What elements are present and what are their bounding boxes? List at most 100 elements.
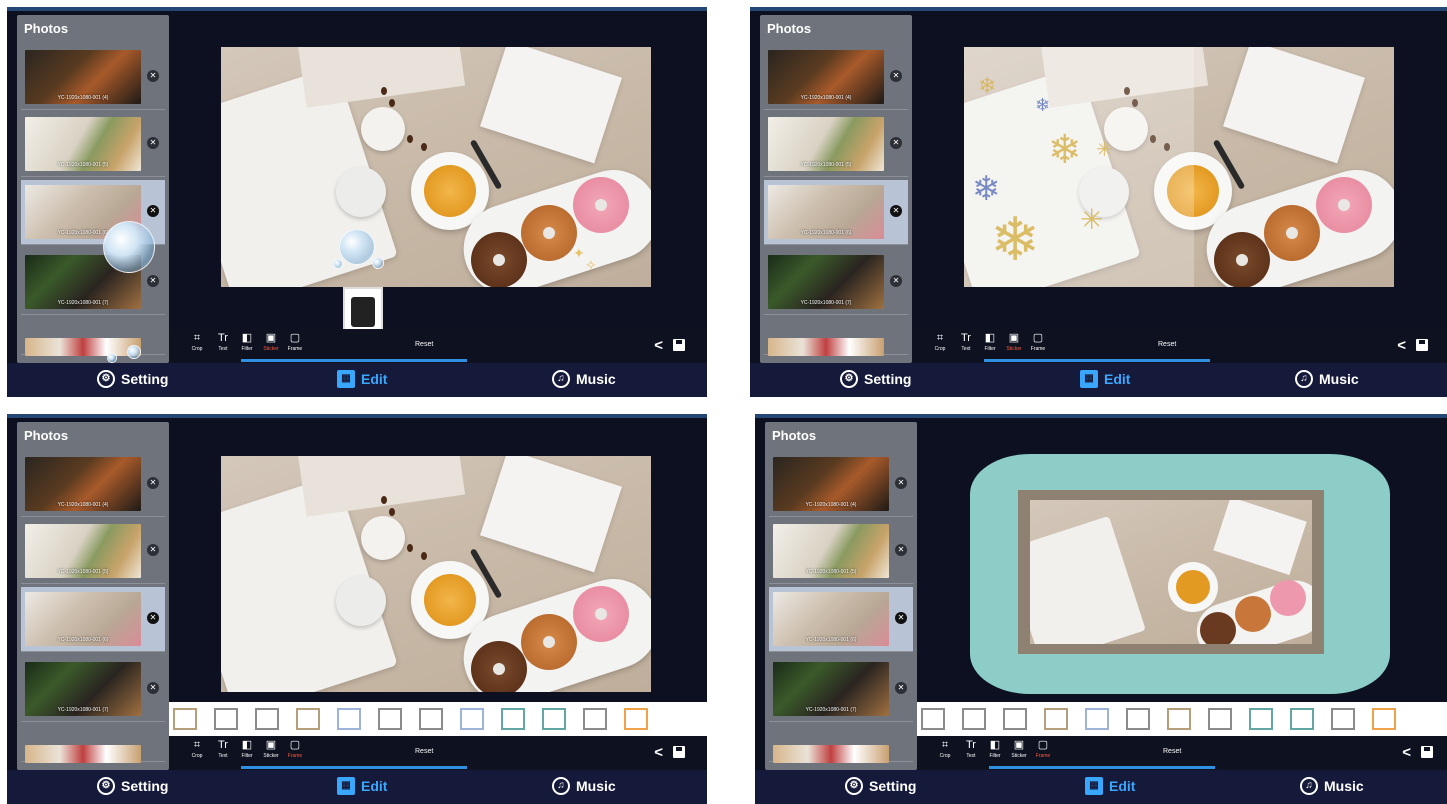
photo-thumbnail[interactable]: YC-1920x1080-001 (5) ✕	[769, 519, 913, 584]
nav-setting[interactable]: ⚙ Setting	[845, 777, 916, 795]
frame-option[interactable]	[255, 708, 279, 730]
bubble-sticker[interactable]	[372, 257, 384, 269]
nav-edit[interactable]: ▦ Edit	[1085, 777, 1135, 795]
reset-button[interactable]: Reset	[415, 748, 433, 755]
snowflake-sticker[interactable]: ❄	[972, 169, 1001, 209]
bubble-sticker[interactable]	[107, 353, 117, 363]
nav-music[interactable]: ♫ Music	[552, 777, 616, 795]
photo-thumbnail[interactable]: YC-1920x1080-001 (5) ✕	[764, 112, 908, 177]
frame-option[interactable]	[1085, 708, 1109, 730]
remove-icon[interactable]: ✕	[147, 205, 159, 217]
photo-thumbnail-selected[interactable]: YC-1920x1080-001 (6) ✕	[769, 587, 913, 652]
edit-canvas[interactable]	[177, 17, 707, 307]
remove-icon[interactable]: ✕	[890, 205, 902, 217]
remove-icon[interactable]: ✕	[890, 137, 902, 149]
share-icon[interactable]: <	[1402, 744, 1411, 761]
nav-music[interactable]: ♫ Music	[1295, 370, 1359, 388]
remove-icon[interactable]: ✕	[147, 682, 159, 694]
frame-option[interactable]	[962, 708, 986, 730]
photo-thumbnail[interactable]	[21, 740, 165, 763]
sticker-tool[interactable]: ▣ Sticker	[259, 332, 283, 353]
sticker-tool[interactable]: ▣ Sticker	[1002, 332, 1026, 353]
nav-music[interactable]: ♫ Music	[1300, 777, 1364, 795]
frame-tool[interactable]: ▢ Frame	[1026, 332, 1050, 353]
bubble-sticker[interactable]	[333, 259, 343, 269]
share-icon[interactable]: <	[654, 744, 663, 761]
crop-tool[interactable]: ⌗ Crop	[933, 739, 957, 760]
remove-icon[interactable]: ✕	[147, 612, 159, 624]
frame-option[interactable]	[1290, 708, 1314, 730]
reset-button[interactable]: Reset	[1163, 748, 1181, 755]
photo-thumbnail[interactable]: YC-1920x1080-001 (4) ✕	[769, 452, 913, 517]
save-icon[interactable]	[673, 746, 685, 758]
frame-tool[interactable]: ▢ Frame	[283, 332, 307, 353]
save-icon[interactable]	[673, 339, 685, 351]
remove-icon[interactable]: ✕	[147, 137, 159, 149]
crop-tool[interactable]: ⌗ Crop	[185, 332, 209, 353]
photo-thumbnail-selected[interactable]: YC-1920x1080-001 (6) ✕	[764, 180, 908, 245]
snowflake-sticker[interactable]: ❄	[978, 73, 996, 99]
snowflake-sticker[interactable]: ❄	[990, 205, 1040, 275]
remove-icon[interactable]: ✕	[890, 275, 902, 287]
edit-canvas[interactable]	[177, 424, 707, 714]
bubble-sticker[interactable]	[103, 221, 155, 273]
photo-thumbnail[interactable]: YC-1920x1080-001 (7) ✕	[764, 250, 908, 315]
save-icon[interactable]	[1421, 746, 1433, 758]
filter-tool[interactable]: ◧ Filter	[978, 332, 1002, 353]
frame-tool[interactable]: ▢ Frame	[1031, 739, 1055, 760]
photo-thumbnail[interactable]	[21, 333, 165, 356]
nav-setting[interactable]: ⚙ Setting	[97, 777, 168, 795]
photo-thumbnail[interactable]: YC-1920x1080-001 (4) ✕	[21, 452, 165, 517]
snowflake-sticker[interactable]: ✳	[1080, 203, 1103, 236]
bubble-sticker[interactable]	[339, 229, 375, 265]
photo-thumbnail[interactable]: YC-1920x1080-001 (7) ✕	[21, 657, 165, 722]
frame-option[interactable]	[1003, 708, 1027, 730]
remove-icon[interactable]: ✕	[147, 544, 159, 556]
share-icon[interactable]: <	[1397, 337, 1406, 354]
crop-tool[interactable]: ⌗ Crop	[185, 739, 209, 760]
frame-option[interactable]	[378, 708, 402, 730]
remove-icon[interactable]: ✕	[895, 682, 907, 694]
frame-option[interactable]	[1372, 708, 1396, 730]
sticker-tool[interactable]: ▣ Sticker	[259, 739, 283, 760]
text-tool[interactable]: Tr Text	[954, 332, 978, 353]
snowflake-sticker[interactable]: ❄	[1035, 95, 1050, 116]
frame-option[interactable]	[1044, 708, 1068, 730]
frame-option[interactable]	[501, 708, 525, 730]
reset-button[interactable]: Reset	[1158, 341, 1176, 348]
frame-option[interactable]	[173, 708, 197, 730]
filter-tool[interactable]: ◧ Filter	[235, 332, 259, 353]
frame-option[interactable]	[624, 708, 648, 730]
nav-edit[interactable]: ▦ Edit	[1080, 370, 1130, 388]
frame-option[interactable]	[542, 708, 566, 730]
remove-icon[interactable]: ✕	[147, 477, 159, 489]
save-icon[interactable]	[1416, 339, 1428, 351]
photo-thumbnail[interactable]: YC-1920x1080-001 (5) ✕	[21, 112, 165, 177]
frame-option[interactable]	[214, 708, 238, 730]
remove-icon[interactable]: ✕	[147, 70, 159, 82]
frame-tool[interactable]: ▢ Frame	[283, 739, 307, 760]
frame-option[interactable]	[1331, 708, 1355, 730]
frame-option[interactable]	[460, 708, 484, 730]
photo-thumbnail[interactable]: YC-1920x1080-001 (4) ✕	[21, 45, 165, 110]
nav-setting[interactable]: ⚙ Setting	[97, 370, 168, 388]
bubble-sticker[interactable]	[127, 345, 141, 359]
frame-option[interactable]	[583, 708, 607, 730]
frame-option[interactable]	[1126, 708, 1150, 730]
nav-edit[interactable]: ▦ Edit	[337, 777, 387, 795]
remove-icon[interactable]: ✕	[890, 70, 902, 82]
snowflake-sticker[interactable]: ✳	[1096, 137, 1113, 162]
frame-option[interactable]	[419, 708, 443, 730]
reset-button[interactable]: Reset	[415, 341, 433, 348]
photo-thumbnail[interactable]: YC-1920x1080-001 (4) ✕	[764, 45, 908, 110]
remove-icon[interactable]: ✕	[895, 477, 907, 489]
filter-tool[interactable]: ◧ Filter	[235, 739, 259, 760]
filter-tool[interactable]: ◧ Filter	[983, 739, 1007, 760]
remove-icon[interactable]: ✕	[895, 612, 907, 624]
crop-tool[interactable]: ⌗ Crop	[928, 332, 952, 353]
frame-option[interactable]	[337, 708, 361, 730]
photo-thumbnail[interactable]: YC-1920x1080-001 (7) ✕	[769, 657, 913, 722]
text-tool[interactable]: Tr Text	[959, 739, 983, 760]
remove-icon[interactable]: ✕	[147, 275, 159, 287]
share-icon[interactable]: <	[654, 337, 663, 354]
